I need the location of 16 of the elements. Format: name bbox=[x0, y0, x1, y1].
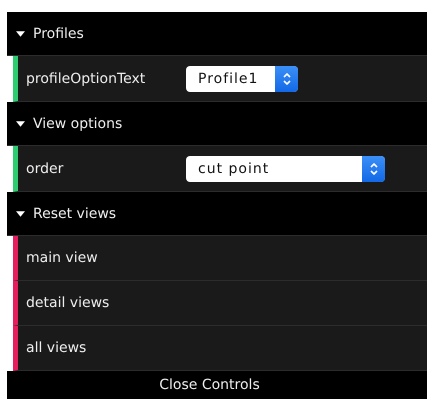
action-row[interactable]: main view bbox=[13, 236, 427, 281]
folder-title: View options bbox=[33, 116, 122, 132]
up-down-chevron-icon bbox=[368, 160, 378, 176]
up-down-chevron-icon bbox=[282, 70, 292, 86]
action-row[interactable]: detail views bbox=[13, 281, 427, 326]
folder-header[interactable]: Profiles bbox=[7, 12, 427, 56]
close-controls-button[interactable]: Close Controls bbox=[7, 371, 427, 399]
option-label: order bbox=[26, 160, 64, 176]
dropdown[interactable]: Profile1 bbox=[186, 66, 298, 92]
dropdown[interactable]: cut point bbox=[186, 156, 385, 182]
folder-title: Profiles bbox=[33, 26, 84, 42]
folder-title: Reset views bbox=[33, 206, 116, 222]
option-label: profileOptionText bbox=[26, 70, 146, 86]
action-row[interactable]: all views bbox=[13, 326, 427, 371]
folder-header[interactable]: Reset views bbox=[7, 192, 427, 236]
folder-header[interactable]: View options bbox=[7, 102, 427, 146]
